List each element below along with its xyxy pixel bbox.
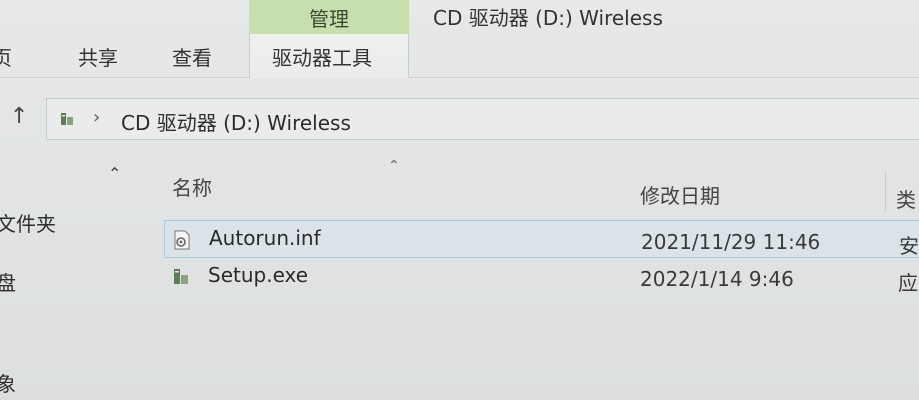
collapse-chevron-icon[interactable]: ⌃: [108, 164, 121, 183]
title-bar: 管理 CD 驱动器 (D:) Wireless: [0, 0, 919, 34]
up-folder-button[interactable]: ↑: [10, 104, 34, 132]
tab-share[interactable]: 共享: [78, 34, 118, 78]
column-header-type[interactable]: 类: [896, 184, 916, 213]
settings-file-icon: [174, 230, 190, 250]
file-modified-date: 2021/11/29 11:46: [641, 230, 821, 254]
file-name: Autorun.inf: [209, 226, 321, 250]
tab-manage[interactable]: 管理: [249, 0, 409, 34]
nav-item-folder[interactable]: 文件夹: [0, 208, 56, 237]
file-type: 安: [899, 234, 919, 258]
address-box[interactable]: › CD 驱动器 (D:) Wireless: [46, 98, 919, 140]
tab-manage-label: 管理: [309, 6, 349, 31]
file-row-setup[interactable]: Setup.exe 2022/1/14 9:46 应: [164, 258, 919, 296]
tab-share-label: 共享: [78, 45, 118, 70]
breadcrumb-separator: ›: [93, 107, 101, 128]
file-type: 应: [898, 271, 918, 295]
file-name: Setup.exe: [208, 263, 309, 287]
file-modified-date: 2022/1/14 9:46: [640, 267, 794, 291]
tab-drive-tools[interactable]: 驱动器工具: [249, 34, 409, 78]
window-title: CD 驱动器 (D:) Wireless: [433, 6, 663, 30]
file-list: ⌃ 名称 修改日期 类 Autorun.inf 2021/11/29 11:46…: [150, 150, 919, 400]
column-header-name[interactable]: 名称: [172, 172, 212, 201]
navigation-pane: ⌃ 文件夹 盘 象: [0, 150, 150, 400]
file-row-autorun[interactable]: Autorun.inf 2021/11/29 11:46 安: [164, 220, 919, 258]
tab-home-label: 页: [0, 45, 12, 70]
tab-home[interactable]: 页: [0, 34, 12, 78]
column-header-modified[interactable]: 修改日期: [640, 180, 720, 209]
up-arrow-icon: ↑: [10, 104, 29, 129]
tab-view[interactable]: 查看: [172, 34, 212, 78]
tab-drive-tools-label: 驱动器工具: [272, 45, 372, 70]
nav-item-drive[interactable]: 盘: [0, 267, 16, 296]
column-divider[interactable]: [885, 172, 886, 212]
sort-ascending-icon: ⌃: [388, 158, 400, 174]
cd-drive-icon: [61, 113, 73, 125]
address-bar: ↑ › CD 驱动器 (D:) Wireless: [0, 92, 919, 148]
tab-view-label: 查看: [172, 45, 212, 70]
breadcrumb-path[interactable]: CD 驱动器 (D:) Wireless: [121, 107, 351, 136]
installer-file-icon: [174, 269, 188, 284]
nav-item-image[interactable]: 象: [0, 368, 16, 397]
ribbon-tabs: 页 共享 查看 驱动器工具: [0, 34, 919, 78]
